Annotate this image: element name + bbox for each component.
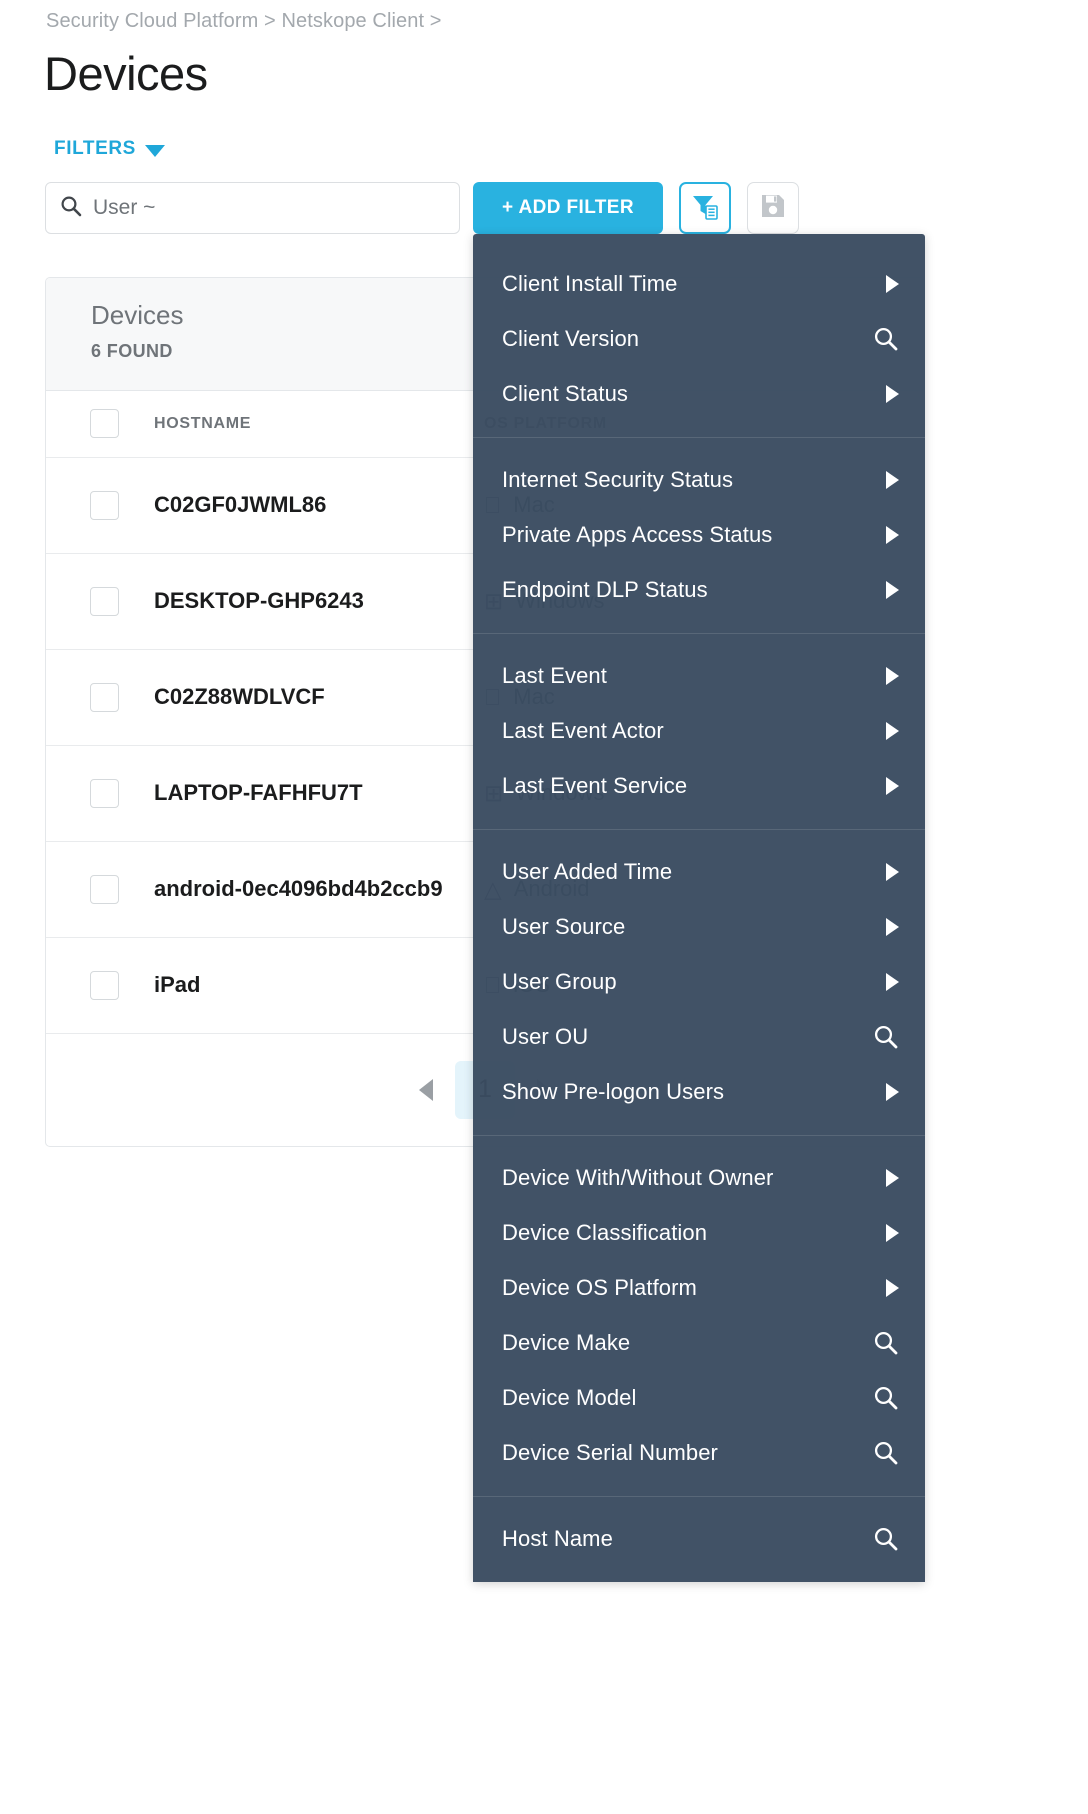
cell-hostname: C02GF0JWML86 <box>154 492 327 517</box>
search-icon <box>873 326 899 352</box>
menu-item-show-pre-logon-users[interactable]: Show Pre-logon Users <box>473 1064 925 1119</box>
menu-item-label: Client Install Time <box>502 270 678 296</box>
column-header-hostname: HOSTNAME <box>154 414 252 432</box>
cell-hostname: iPad <box>154 972 201 997</box>
menu-item-label: User Added Time <box>502 858 673 884</box>
menu-item-label: Last Event Actor <box>502 717 664 743</box>
menu-item-host-name[interactable]: Host Name <box>473 1511 925 1566</box>
menu-item-label: Last Event Service <box>502 772 688 798</box>
menu-group: Host Name <box>473 1496 925 1582</box>
menu-item-user-group[interactable]: User Group <box>473 954 925 1009</box>
menu-group: Internet Security Status Private Apps Acc… <box>473 437 925 633</box>
add-filter-button[interactable]: + ADD FILTER <box>473 182 663 234</box>
row-checkbox[interactable] <box>90 586 119 616</box>
page-title: Devices <box>44 47 208 100</box>
menu-item-label: Device Serial Number <box>502 1439 718 1465</box>
search-icon <box>873 1526 899 1552</box>
menu-item-device-with-without-owner[interactable]: Device With/Without Owner <box>473 1150 925 1205</box>
menu-item-device-make[interactable]: Device Make <box>473 1315 925 1370</box>
filters-label: FILTERS <box>54 138 136 159</box>
saved-filters-button[interactable] <box>679 182 731 234</box>
chevron-right-icon <box>886 776 899 795</box>
select-all-checkbox[interactable] <box>90 409 119 439</box>
menu-item-label: Host Name <box>502 1525 613 1551</box>
menu-item-device-serial-number[interactable]: Device Serial Number <box>473 1425 925 1480</box>
menu-item-private-apps-access-status[interactable]: Private Apps Access Status <box>473 507 925 562</box>
chevron-down-icon <box>144 144 165 157</box>
row-checkbox[interactable] <box>90 778 119 808</box>
menu-item-label: User Source <box>502 913 626 939</box>
row-checkbox[interactable] <box>90 682 119 712</box>
search-icon <box>873 1024 899 1050</box>
menu-item-user-ou[interactable]: User OU <box>473 1009 925 1064</box>
cell-hostname: android-0ec4096bd4b2ccb9 <box>154 876 443 901</box>
row-checkbox[interactable] <box>90 874 119 904</box>
chevron-right-icon <box>886 972 899 991</box>
menu-item-label: Private Apps Access Status <box>502 521 773 547</box>
search-input[interactable]: User ~ <box>45 182 460 234</box>
menu-item-label: Device Make <box>502 1329 631 1355</box>
chevron-right-icon <box>886 917 899 936</box>
menu-item-label: User Group <box>502 968 617 994</box>
menu-item-client-version[interactable]: Client Version <box>473 311 925 366</box>
row-checkbox[interactable] <box>90 970 119 1000</box>
menu-item-device-classification[interactable]: Device Classification <box>473 1205 925 1260</box>
menu-item-label: Endpoint DLP Status <box>502 576 708 602</box>
menu-item-client-status[interactable]: Client Status <box>473 366 925 421</box>
menu-item-client-install-time[interactable]: Client Install Time <box>473 256 925 311</box>
chevron-right-icon <box>886 525 899 544</box>
menu-item-endpoint-dlp-status[interactable]: Endpoint DLP Status <box>473 562 925 617</box>
chevron-right-icon <box>886 470 899 489</box>
menu-item-user-added-time[interactable]: User Added Time <box>473 844 925 899</box>
menu-item-last-event-actor[interactable]: Last Event Actor <box>473 703 925 758</box>
floppy-save-icon <box>760 193 786 224</box>
chevron-right-icon <box>886 1278 899 1297</box>
save-filter-button[interactable] <box>747 182 799 234</box>
add-filter-dropdown-menu: Client Install Time Client Version Client … <box>473 234 925 1582</box>
menu-item-label: Device Classification <box>502 1219 708 1245</box>
chevron-right-icon <box>886 1168 899 1187</box>
filters-toggle[interactable]: FILTERS <box>54 138 165 160</box>
funnel-list-icon <box>690 191 720 226</box>
menu-group: Last Event Last Event Actor Last Event Ser… <box>473 633 925 829</box>
breadcrumb[interactable]: Security Cloud Platform > Netskope Clien… <box>46 10 442 33</box>
search-icon <box>873 1440 899 1466</box>
menu-group: Device With/Without Owner Device Classifi… <box>473 1135 925 1496</box>
menu-item-label: Internet Security Status <box>502 466 734 492</box>
menu-item-label: Client Status <box>502 380 629 406</box>
menu-item-user-source[interactable]: User Source <box>473 899 925 954</box>
menu-item-last-event-service[interactable]: Last Event Service <box>473 758 925 813</box>
row-checkbox[interactable] <box>90 490 119 520</box>
menu-item-label: Device Model <box>502 1384 637 1410</box>
menu-group: User Added Time User Source User Group User… <box>473 829 925 1135</box>
menu-item-label: Last Event <box>502 662 607 688</box>
devices-page: Security Cloud Platform > Netskope Clien… <box>0 0 1088 1814</box>
previous-page-button[interactable] <box>419 1078 433 1101</box>
menu-item-device-os-platform[interactable]: Device OS Platform <box>473 1260 925 1315</box>
menu-item-label: Show Pre-logon Users <box>502 1078 725 1104</box>
chevron-right-icon <box>886 721 899 740</box>
menu-item-last-event[interactable]: Last Event <box>473 648 925 703</box>
menu-group: Client Install Time Client Version Client … <box>473 242 925 437</box>
chevron-right-icon <box>886 1223 899 1242</box>
chevron-right-icon <box>886 274 899 293</box>
chevron-right-icon <box>886 580 899 599</box>
menu-item-internet-security-status[interactable]: Internet Security Status <box>473 452 925 507</box>
chevron-right-icon <box>886 862 899 881</box>
cell-hostname: LAPTOP-FAFHFU7T <box>154 780 363 805</box>
menu-item-label: Client Version <box>502 325 640 351</box>
search-icon <box>873 1330 899 1356</box>
menu-item-label: Device With/Without Owner <box>502 1164 774 1190</box>
search-input-value: User ~ <box>93 196 156 219</box>
menu-item-label: Device OS Platform <box>502 1274 697 1300</box>
search-icon <box>60 195 82 222</box>
chevron-right-icon <box>886 666 899 685</box>
cell-hostname: DESKTOP-GHP6243 <box>154 588 364 613</box>
chevron-right-icon <box>886 1082 899 1101</box>
cell-hostname: C02Z88WDLVCF <box>154 684 325 709</box>
search-icon <box>873 1385 899 1411</box>
menu-item-label: User OU <box>502 1023 589 1049</box>
menu-item-device-model[interactable]: Device Model <box>473 1370 925 1425</box>
chevron-right-icon <box>886 384 899 403</box>
